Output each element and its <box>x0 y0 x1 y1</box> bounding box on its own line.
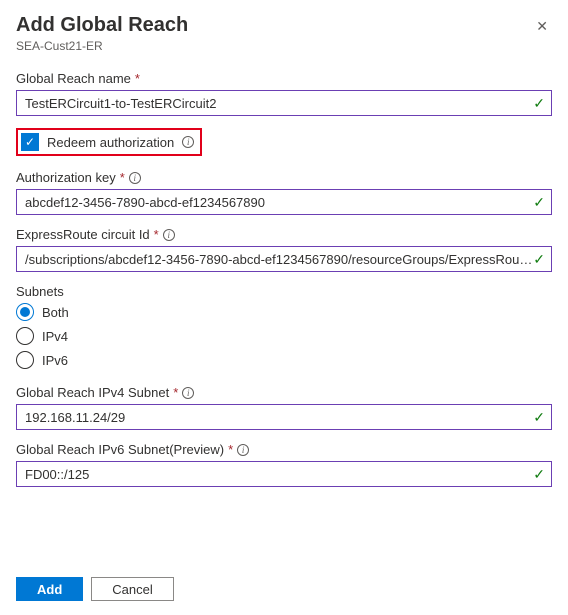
close-icon: ✕ <box>536 18 548 34</box>
name-input-wrap[interactable]: ✓ <box>16 90 552 116</box>
check-icon: ✓ <box>533 409 545 426</box>
check-icon: ✓ <box>533 466 545 483</box>
radio-label: Both <box>42 305 69 320</box>
close-button[interactable]: ✕ <box>532 14 552 39</box>
redeem-checkbox[interactable]: ✓ <box>21 133 39 151</box>
radio-ipv6[interactable]: IPv6 <box>16 351 552 369</box>
authkey-input[interactable] <box>25 195 533 210</box>
name-input[interactable] <box>25 96 533 111</box>
info-icon[interactable]: i <box>129 172 141 184</box>
info-icon[interactable]: i <box>163 229 175 241</box>
radio-ipv4[interactable]: IPv4 <box>16 327 552 345</box>
ipv6-input-wrap[interactable]: ✓ <box>16 461 552 487</box>
ipv4-input[interactable] <box>25 410 533 425</box>
required-indicator: * <box>154 227 159 242</box>
radio-both[interactable]: Both <box>16 303 552 321</box>
redeem-highlight-box: ✓ Redeem authorization i <box>16 128 202 156</box>
required-indicator: * <box>135 71 140 86</box>
add-button[interactable]: Add <box>16 577 83 601</box>
check-icon: ✓ <box>533 194 545 211</box>
radio-label: IPv4 <box>42 329 68 344</box>
info-icon[interactable]: i <box>237 444 249 456</box>
info-icon[interactable]: i <box>182 136 194 148</box>
panel-subtitle: SEA-Cust21-ER <box>16 39 188 53</box>
required-indicator: * <box>173 385 178 400</box>
circuit-input-wrap[interactable]: ✓ <box>16 246 552 272</box>
checkmark-icon: ✓ <box>25 135 35 149</box>
info-icon[interactable]: i <box>182 387 194 399</box>
name-label: Global Reach name <box>16 71 131 86</box>
required-indicator: * <box>228 442 233 457</box>
radio-icon <box>16 327 34 345</box>
check-icon: ✓ <box>533 251 545 268</box>
cancel-button[interactable]: Cancel <box>91 577 173 601</box>
ipv4-input-wrap[interactable]: ✓ <box>16 404 552 430</box>
redeem-label: Redeem authorization <box>47 135 174 150</box>
radio-icon <box>16 303 34 321</box>
circuit-input[interactable] <box>25 252 533 267</box>
required-indicator: * <box>120 170 125 185</box>
authkey-label: Authorization key <box>16 170 116 185</box>
check-icon: ✓ <box>533 95 545 112</box>
radio-icon <box>16 351 34 369</box>
circuit-label: ExpressRoute circuit Id <box>16 227 150 242</box>
subnets-label: Subnets <box>16 284 64 299</box>
ipv6-label: Global Reach IPv6 Subnet(Preview) <box>16 442 224 457</box>
ipv4-label: Global Reach IPv4 Subnet <box>16 385 169 400</box>
authkey-input-wrap[interactable]: ✓ <box>16 189 552 215</box>
panel-title: Add Global Reach <box>16 14 188 37</box>
ipv6-input[interactable] <box>25 467 533 482</box>
radio-label: IPv6 <box>42 353 68 368</box>
